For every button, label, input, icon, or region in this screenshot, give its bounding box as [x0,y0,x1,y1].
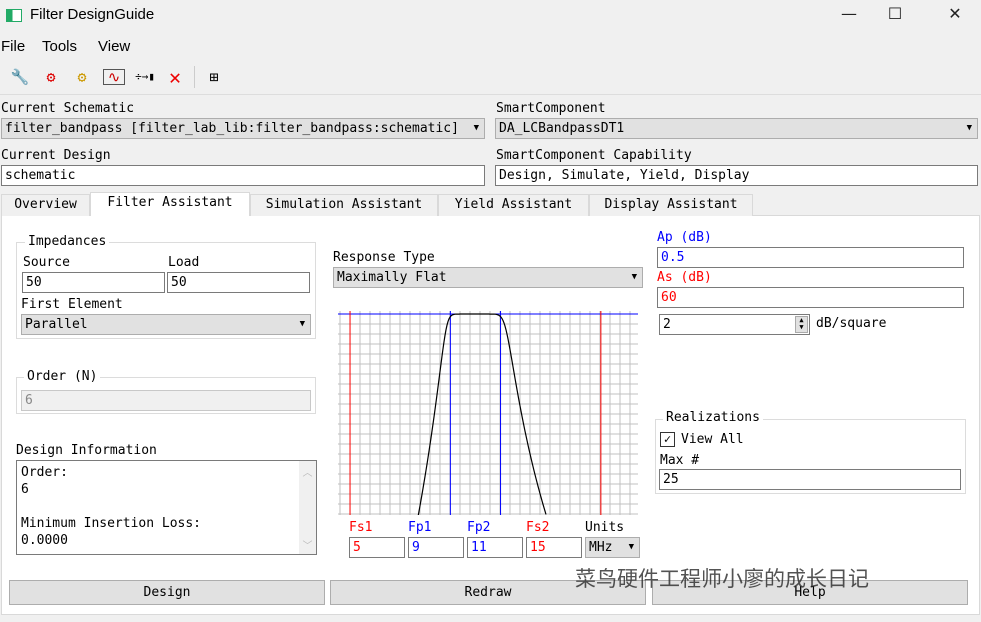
tab-yield-assistant[interactable]: Yield Assistant [438,194,589,216]
chevron-down-icon: ▼ [628,542,634,552]
scale-unit: dB/square [816,316,887,331]
grid-icon[interactable]: ⊞ [203,66,225,88]
view-all-checkbox[interactable]: ✓ [660,432,675,447]
fp1-label: Fp1 [408,520,432,535]
chevron-down-icon: ▼ [966,123,972,133]
schematic-label: Current Schematic [1,101,135,116]
fs1-field[interactable]: 5 [349,537,405,558]
max-field[interactable]: 25 [659,469,961,490]
info-line [21,498,312,515]
wrench-icon[interactable]: 🔧 [9,66,31,88]
fs1-label: Fs1 [349,520,373,535]
minimize-button[interactable]: — [826,4,872,23]
smart-component-select[interactable]: DA_LCBandpassDT1 ▼ [495,118,978,139]
plot-icon[interactable]: ∿ [103,69,125,85]
fp1-field[interactable]: 9 [408,537,464,558]
realizations-title: Realizations [663,410,763,425]
design-info-title: Design Information [16,443,157,458]
window-title: Filter DesignGuide [30,6,155,23]
as-label: As (dB) [657,270,712,285]
capability-label: SmartComponent Capability [496,148,692,163]
delete-icon[interactable]: ✕ [164,66,186,88]
capability-field[interactable]: Design, Simulate, Yield, Display [495,165,978,186]
maximize-button[interactable]: ☐ [872,4,918,23]
info-line: 0.0000 [21,533,68,548]
menu-tools[interactable]: Tools [42,38,77,55]
response-type-select[interactable]: Maximally Flat ▼ [333,267,643,288]
load-label: Load [168,255,200,270]
gears-icon[interactable]: ⚙ [40,66,62,88]
design-button[interactable]: Design [9,580,325,605]
response-chart [338,311,638,515]
first-element-select[interactable]: Parallel ▼ [21,314,311,335]
response-type-value: Maximally Flat [337,270,447,285]
toolbar-separator [0,94,981,95]
impedances-title: Impedances [25,234,110,249]
order-field: 6 [21,390,311,411]
order-title: Order (N) [24,369,101,384]
ap-label: Ap (dB) [657,230,712,245]
design-label: Current Design [1,148,111,163]
menu-view[interactable]: View [98,38,130,55]
gears-wrench-icon[interactable]: ⚙ [71,66,93,88]
fs2-label: Fs2 [526,520,550,535]
units-value: MHz [589,540,613,555]
source-field[interactable]: 50 [22,272,165,293]
chevron-down-icon: ▼ [299,319,305,329]
spin-arrows-icon[interactable]: ▲ ▼ [795,316,808,333]
fp2-label: Fp2 [467,520,491,535]
info-line: Order: [21,465,68,480]
chevron-down-icon: ▼ [631,272,637,282]
scroll-up-icon[interactable]: ︿ [299,465,316,482]
info-line: 6 [21,482,29,497]
tab-display-assistant[interactable]: Display Assistant [589,194,753,216]
as-field[interactable]: 60 [657,287,964,308]
design-field[interactable]: schematic [1,165,485,186]
tab-simulation-assistant[interactable]: Simulation Assistant [250,194,438,216]
menu-file[interactable]: File [1,38,25,55]
info-line: Minimum Insertion Loss: [21,516,202,531]
smart-component-value: DA_LCBandpassDT1 [499,121,625,136]
source-label: Source [23,255,70,270]
first-element-value: Parallel [25,317,88,332]
response-type-label: Response Type [333,250,435,265]
watermark: 菜鸟硬件工程师小廖的成长日记 [575,567,869,591]
tab-overview[interactable]: Overview [1,194,90,216]
app-icon [6,9,22,22]
schematic-select[interactable]: filter_bandpass [filter_lab_lib:filter_b… [1,118,485,139]
scrollbar[interactable]: ︿ ﹀ [299,461,316,554]
scroll-down-icon[interactable]: ﹀ [299,538,316,555]
design-info-text[interactable]: Order: 6 Minimum Insertion Loss: 0.0000 … [16,460,317,555]
close-button[interactable]: ✕ [932,4,978,23]
units-label: Units [585,520,625,535]
load-field[interactable]: 50 [167,272,310,293]
tab-filter-assistant[interactable]: Filter Assistant [90,192,250,216]
smart-component-label: SmartComponent [496,101,606,116]
chevron-down-icon: ▼ [473,123,479,133]
component-icon[interactable]: ÷→▮ [131,66,159,88]
first-element-label: First Element [21,297,123,312]
max-label: Max # [660,453,700,468]
view-all-label: View All [681,432,744,447]
fp2-field[interactable]: 11 [467,537,523,558]
schematic-value: filter_bandpass [filter_lab_lib:filter_b… [5,121,459,136]
scale-spinbox[interactable]: 2 ▲ ▼ [659,314,810,335]
scale-value: 2 [663,317,671,332]
units-select[interactable]: MHz ▼ [585,537,640,558]
fs2-field[interactable]: 15 [526,537,582,558]
ap-field[interactable]: 0.5 [657,247,964,268]
toolbar-divider [194,66,195,88]
